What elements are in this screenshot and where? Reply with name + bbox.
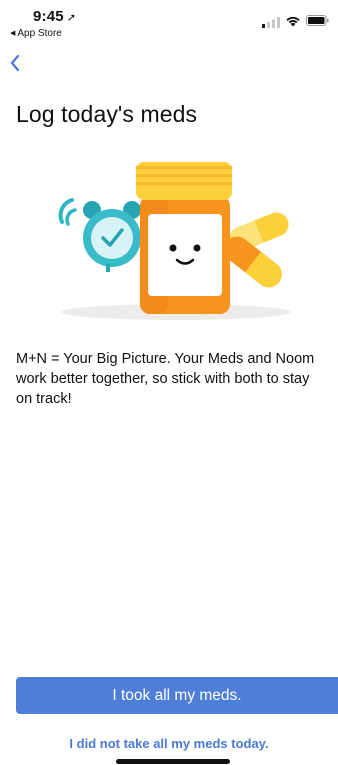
wifi-icon <box>286 16 300 27</box>
meds-illustration <box>58 162 291 320</box>
took-all-meds-button[interactable]: I took all my meds. <box>16 677 338 714</box>
back-to-app-store[interactable]: ◀ App Store <box>10 28 62 39</box>
body-text: M+N = Your Big Picture. Your Meds and No… <box>16 351 315 407</box>
did-not-take-meds-link[interactable]: I did not take all my meds today. <box>0 736 338 751</box>
chevron-left-icon <box>10 54 20 72</box>
cellular-signal-icon <box>262 17 280 28</box>
status-bar: 9:45 ➚ ◀ App Store <box>0 0 338 44</box>
back-triangle-icon: ◀ <box>10 30 16 37</box>
back-button[interactable] <box>8 52 28 74</box>
back-to-app-label: App Store <box>17 28 62 39</box>
location-arrow-icon: ➚ <box>66 12 77 24</box>
status-time-text: 9:45 <box>33 8 64 25</box>
home-indicator <box>116 759 230 764</box>
status-time: 9:45 ➚ <box>33 8 76 25</box>
pill-bottle-icon <box>136 162 232 314</box>
page-title: Log today's meds <box>16 101 198 127</box>
battery-icon <box>306 15 329 26</box>
alarm-clock-icon <box>58 198 141 272</box>
